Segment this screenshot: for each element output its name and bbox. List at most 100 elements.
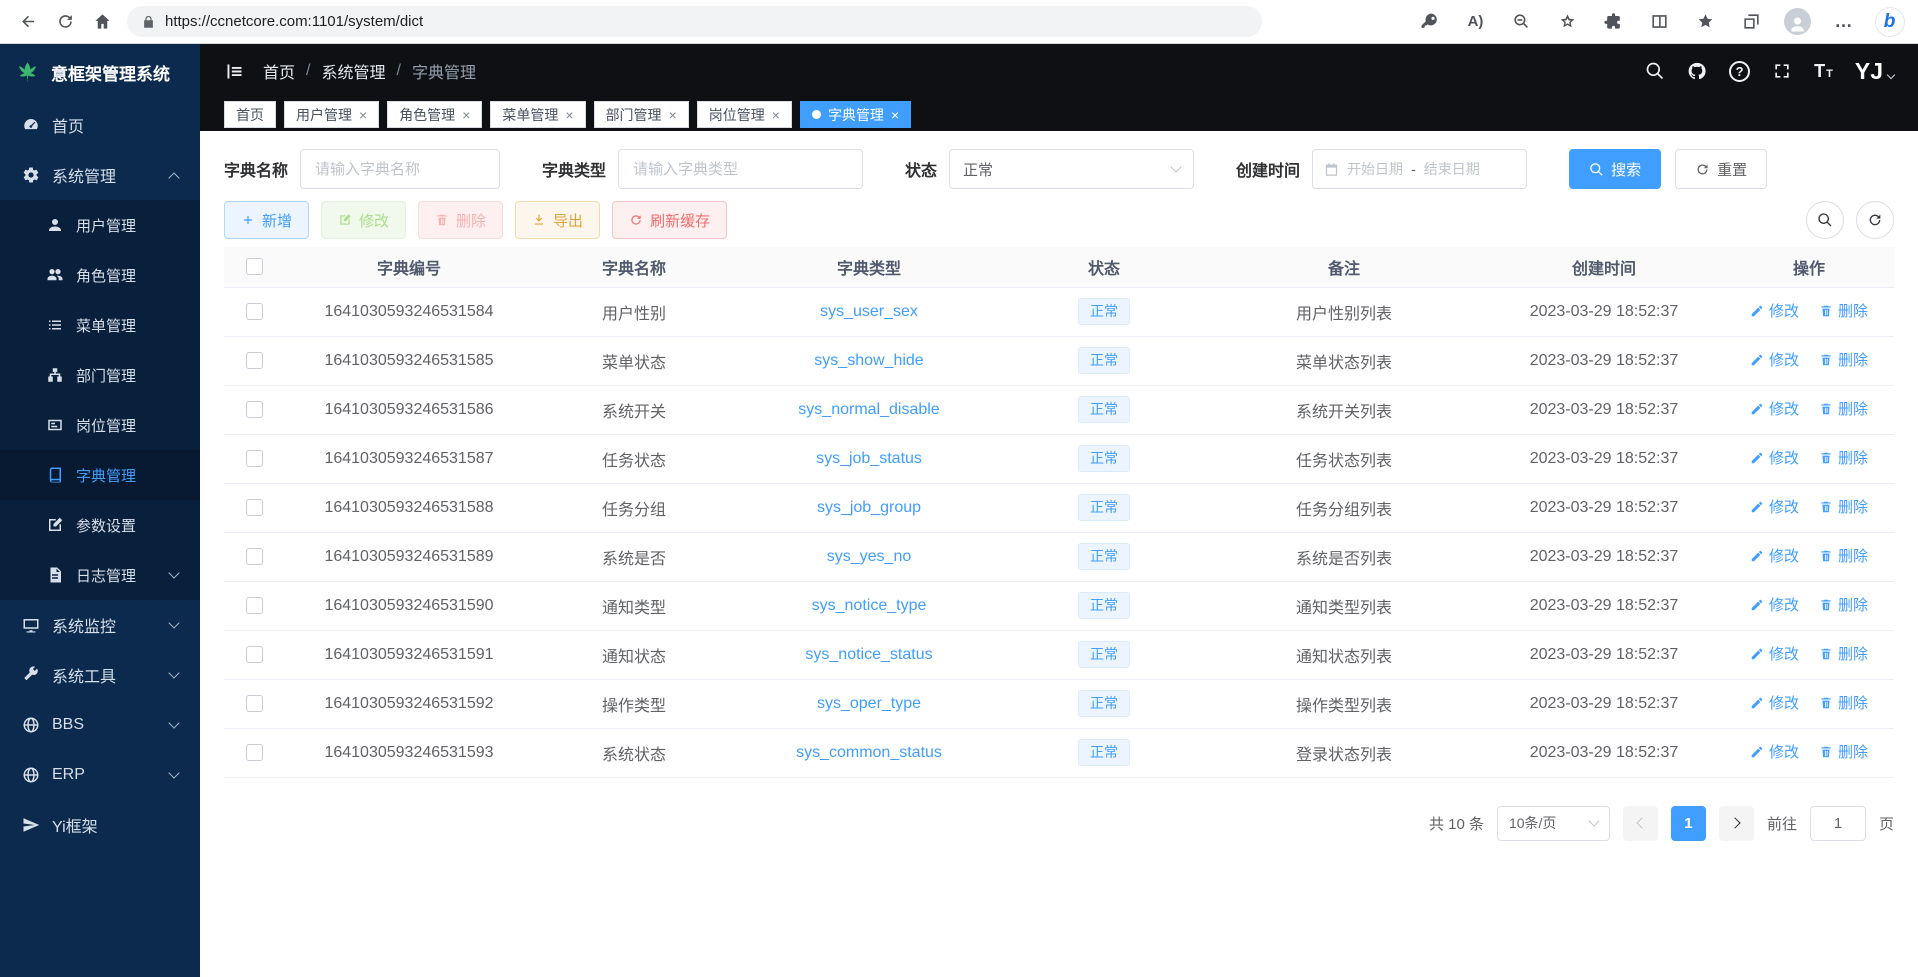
delete-row-button[interactable]: 删除 bbox=[1819, 692, 1868, 713]
status-select[interactable]: 正常 bbox=[949, 149, 1194, 189]
zoom-out-icon[interactable] bbox=[1503, 4, 1540, 40]
date-range-picker[interactable]: 开始日期 - 结束日期 bbox=[1312, 149, 1527, 189]
sidebar-item-yi-framework[interactable]: Yi框架 bbox=[0, 800, 200, 850]
export-button[interactable]: 导出 bbox=[515, 201, 600, 239]
bing-button[interactable]: b bbox=[1871, 4, 1908, 40]
font-size-icon[interactable]: TT bbox=[1814, 61, 1833, 82]
next-page-button[interactable] bbox=[1719, 806, 1754, 841]
row-checkbox[interactable] bbox=[246, 303, 263, 320]
close-icon[interactable]: × bbox=[565, 108, 573, 122]
sidebar-item-log[interactable]: 日志管理 bbox=[0, 550, 200, 600]
row-checkbox[interactable] bbox=[246, 450, 263, 467]
header-search-icon[interactable] bbox=[1645, 61, 1665, 81]
delete-row-button[interactable]: 删除 bbox=[1819, 741, 1868, 762]
refresh-cache-button[interactable]: 刷新缓存 bbox=[612, 201, 727, 239]
sidebar-item-user[interactable]: 用户管理 bbox=[0, 200, 200, 250]
delete-row-button[interactable]: 删除 bbox=[1819, 496, 1868, 517]
row-checkbox[interactable] bbox=[246, 548, 263, 565]
page-1-button[interactable]: 1 bbox=[1671, 806, 1706, 841]
delete-row-button[interactable]: 删除 bbox=[1819, 545, 1868, 566]
close-icon[interactable]: × bbox=[772, 108, 780, 122]
row-checkbox[interactable] bbox=[246, 646, 263, 663]
search-button[interactable]: 搜索 bbox=[1569, 149, 1661, 189]
row-checkbox[interactable] bbox=[246, 352, 263, 369]
row-checkbox[interactable] bbox=[246, 695, 263, 712]
split-screen-icon[interactable] bbox=[1641, 4, 1678, 40]
breadcrumb-system[interactable]: 系统管理 bbox=[321, 59, 385, 83]
edit-row-button[interactable]: 修改 bbox=[1750, 349, 1799, 370]
tab-dept[interactable]: 部门管理× bbox=[594, 101, 689, 128]
dict-type-link[interactable]: sys_job_status bbox=[816, 450, 922, 467]
add-button[interactable]: 新增 bbox=[224, 201, 309, 239]
delete-row-button[interactable]: 删除 bbox=[1819, 300, 1868, 321]
sidebar-item-system[interactable]: 系统管理 bbox=[0, 150, 200, 200]
sidebar-item-erp[interactable]: ERP bbox=[0, 750, 200, 800]
edit-row-button[interactable]: 修改 bbox=[1750, 643, 1799, 664]
tab-menu[interactable]: 菜单管理× bbox=[490, 101, 585, 128]
edit-row-button[interactable]: 修改 bbox=[1750, 300, 1799, 321]
fullscreen-icon[interactable] bbox=[1772, 61, 1792, 81]
tab-dict[interactable]: 字典管理× bbox=[800, 101, 911, 128]
tab-role[interactable]: 角色管理× bbox=[387, 101, 482, 128]
close-icon[interactable]: × bbox=[891, 108, 899, 122]
dict-type-link[interactable]: sys_notice_type bbox=[812, 597, 927, 614]
dict-type-link[interactable]: sys_user_sex bbox=[820, 303, 918, 320]
delete-row-button[interactable]: 删除 bbox=[1819, 447, 1868, 468]
sidebar-item-monitor[interactable]: 系统监控 bbox=[0, 600, 200, 650]
favorites-bar-icon[interactable] bbox=[1687, 4, 1724, 40]
refresh-table-button[interactable] bbox=[1856, 201, 1894, 239]
edit-row-button[interactable]: 修改 bbox=[1750, 398, 1799, 419]
goto-page-input[interactable] bbox=[1810, 806, 1866, 841]
dict-type-link[interactable]: sys_common_status bbox=[796, 744, 942, 761]
edit-row-button[interactable]: 修改 bbox=[1750, 545, 1799, 566]
edit-row-button[interactable]: 修改 bbox=[1750, 741, 1799, 762]
dict-type-link[interactable]: sys_normal_disable bbox=[798, 401, 939, 418]
sidebar-item-bbs[interactable]: BBS bbox=[0, 700, 200, 750]
delete-row-button[interactable]: 删除 bbox=[1819, 594, 1868, 615]
dict-type-link[interactable]: sys_show_hide bbox=[814, 352, 923, 369]
edit-row-button[interactable]: 修改 bbox=[1750, 496, 1799, 517]
breadcrumb-home[interactable]: 首页 bbox=[263, 59, 295, 83]
select-all-checkbox[interactable] bbox=[246, 258, 263, 275]
reset-button[interactable]: 重置 bbox=[1675, 149, 1767, 189]
sidebar-item-menu[interactable]: 菜单管理 bbox=[0, 300, 200, 350]
profile-button[interactable] bbox=[1779, 4, 1816, 40]
tab-post[interactable]: 岗位管理× bbox=[697, 101, 792, 128]
hamburger-icon[interactable] bbox=[224, 61, 245, 82]
edit-row-button[interactable]: 修改 bbox=[1750, 447, 1799, 468]
browser-menu-icon[interactable]: … bbox=[1825, 4, 1862, 40]
extensions-icon[interactable] bbox=[1595, 4, 1632, 40]
sidebar-item-home[interactable]: 首页 bbox=[0, 100, 200, 150]
row-checkbox[interactable] bbox=[246, 401, 263, 418]
read-aloud-icon[interactable]: A) bbox=[1457, 4, 1494, 40]
github-icon[interactable] bbox=[1687, 61, 1707, 81]
dict-name-input[interactable] bbox=[300, 149, 500, 189]
collections-icon[interactable] bbox=[1733, 4, 1770, 40]
toggle-search-button[interactable] bbox=[1806, 201, 1844, 239]
yj-logo[interactable]: YJ bbox=[1855, 58, 1894, 85]
back-icon[interactable] bbox=[10, 4, 47, 40]
sidebar-item-dict[interactable]: 字典管理 bbox=[0, 450, 200, 500]
home-button[interactable] bbox=[84, 4, 121, 40]
refresh-page-icon[interactable] bbox=[47, 4, 84, 40]
delete-row-button[interactable]: 删除 bbox=[1819, 398, 1868, 419]
dict-type-link[interactable]: sys_oper_type bbox=[817, 695, 921, 712]
edit-row-button[interactable]: 修改 bbox=[1750, 594, 1799, 615]
row-checkbox[interactable] bbox=[246, 499, 263, 516]
sidebar-item-post[interactable]: 岗位管理 bbox=[0, 400, 200, 450]
help-icon[interactable]: ? bbox=[1729, 61, 1750, 82]
sidebar-item-params[interactable]: 参数设置 bbox=[0, 500, 200, 550]
delete-row-button[interactable]: 删除 bbox=[1819, 349, 1868, 370]
tab-user[interactable]: 用户管理× bbox=[284, 101, 379, 128]
add-favorite-icon[interactable] bbox=[1549, 4, 1586, 40]
dict-type-link[interactable]: sys_notice_status bbox=[805, 646, 932, 663]
sidebar-item-role[interactable]: 角色管理 bbox=[0, 250, 200, 300]
sidebar-item-tools[interactable]: 系统工具 bbox=[0, 650, 200, 700]
address-bar[interactable]: https://ccnetcore.com:1101/system/dict bbox=[127, 6, 1262, 37]
row-checkbox[interactable] bbox=[246, 597, 263, 614]
dict-type-link[interactable]: sys_yes_no bbox=[827, 548, 912, 565]
dict-type-input[interactable] bbox=[618, 149, 863, 189]
edit-row-button[interactable]: 修改 bbox=[1750, 692, 1799, 713]
delete-row-button[interactable]: 删除 bbox=[1819, 643, 1868, 664]
sidebar-item-dept[interactable]: 部门管理 bbox=[0, 350, 200, 400]
